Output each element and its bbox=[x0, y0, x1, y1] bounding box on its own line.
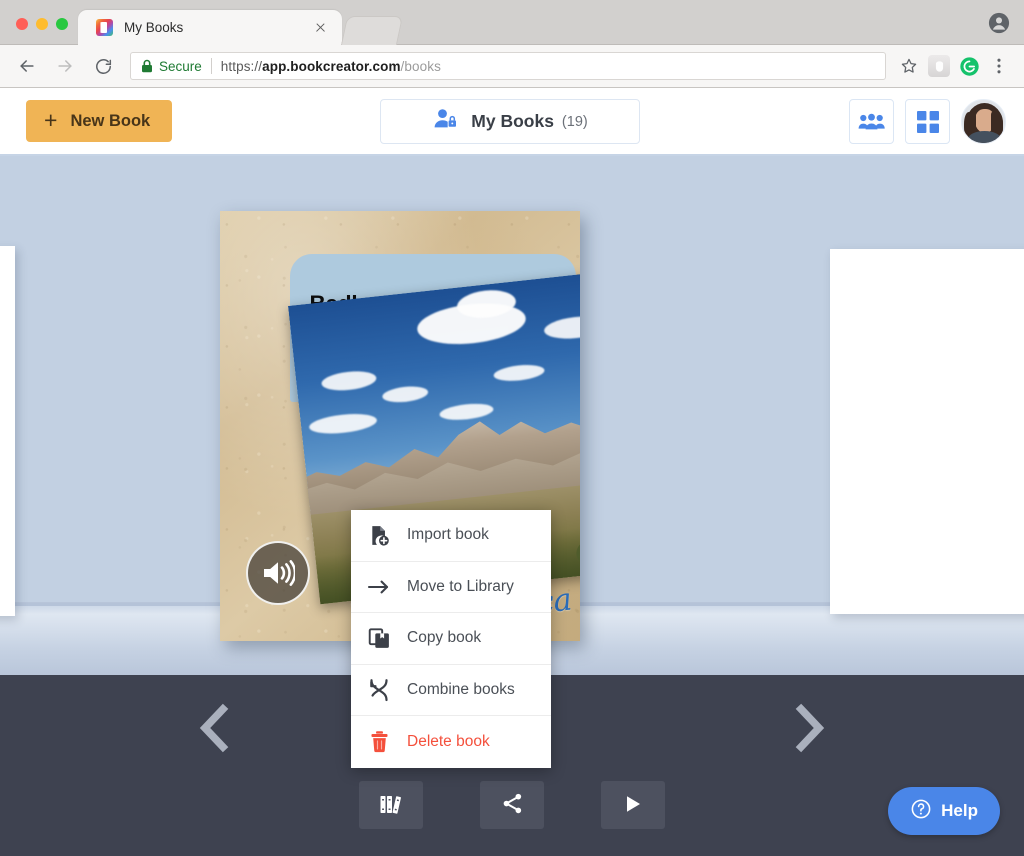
combine-books-icon bbox=[367, 678, 391, 702]
url-scheme: https:// bbox=[221, 59, 262, 74]
lock-icon bbox=[141, 59, 153, 73]
grid-view-icon[interactable] bbox=[905, 99, 950, 144]
window-traffic-lights bbox=[16, 18, 68, 30]
play-button[interactable] bbox=[601, 781, 665, 829]
menu-item-combine-books[interactable]: Combine books bbox=[351, 665, 551, 717]
menu-item-move-to-library[interactable]: Move to Library bbox=[351, 562, 551, 614]
chrome-menu-icon[interactable] bbox=[986, 53, 1012, 79]
play-icon bbox=[622, 793, 644, 818]
header-actions bbox=[849, 99, 1006, 144]
forward-arrow-icon[interactable] bbox=[50, 51, 80, 81]
tab-strip: My Books bbox=[0, 0, 1024, 45]
tab-title: My Books bbox=[124, 20, 312, 35]
people-group-icon[interactable] bbox=[849, 99, 894, 144]
browser-toolbar: Secure https://app.bookcreator.com/books bbox=[0, 45, 1024, 88]
my-books-count: (19) bbox=[562, 114, 588, 130]
book-cover-previous[interactable] bbox=[0, 246, 15, 616]
browser-profile-icon[interactable] bbox=[988, 12, 1010, 34]
book-action-row bbox=[0, 781, 1024, 829]
user-avatar[interactable] bbox=[961, 99, 1006, 144]
url-host: app.bookcreator.com bbox=[262, 59, 400, 74]
trash-icon bbox=[367, 730, 391, 754]
bookcreator-favicon bbox=[96, 19, 113, 36]
arrow-right-icon bbox=[367, 575, 391, 599]
grammarly-icon[interactable] bbox=[956, 53, 982, 79]
person-lock-icon bbox=[432, 107, 458, 136]
security-label: Secure bbox=[159, 59, 202, 74]
share-icon bbox=[500, 791, 525, 819]
url-text: https://app.bookcreator.com/books bbox=[221, 59, 441, 74]
menu-label: Delete book bbox=[407, 733, 490, 751]
help-button[interactable]: Help bbox=[888, 787, 1000, 835]
import-book-icon bbox=[367, 523, 391, 547]
menu-item-import-book[interactable]: Import book bbox=[351, 510, 551, 562]
menu-label: Move to Library bbox=[407, 578, 514, 596]
book-cover-next[interactable] bbox=[830, 249, 1024, 614]
plus-icon: + bbox=[44, 109, 57, 132]
address-bar[interactable]: Secure https://app.bookcreator.com/books bbox=[130, 52, 886, 80]
menu-item-delete-book[interactable]: Delete book bbox=[351, 716, 551, 768]
maximize-window-button[interactable] bbox=[56, 18, 68, 30]
library-books-icon bbox=[378, 791, 404, 820]
help-label: Help bbox=[941, 801, 978, 821]
new-book-button[interactable]: + New Book bbox=[26, 100, 172, 142]
back-arrow-icon[interactable] bbox=[12, 51, 42, 81]
question-circle-icon bbox=[910, 798, 932, 825]
browser-tab[interactable]: My Books bbox=[78, 10, 342, 45]
menu-item-copy-book[interactable]: Copy book bbox=[351, 613, 551, 665]
minimize-window-button[interactable] bbox=[36, 18, 48, 30]
book-context-menu: Import book Move to Library Copy book bbox=[351, 510, 551, 768]
address-divider bbox=[211, 58, 212, 74]
close-window-button[interactable] bbox=[16, 18, 28, 30]
close-icon[interactable] bbox=[312, 20, 328, 36]
menu-label: Copy book bbox=[407, 629, 481, 647]
browser-chrome: My Books bbox=[0, 0, 1024, 88]
extension-icon[interactable] bbox=[926, 53, 952, 79]
new-book-label: New Book bbox=[70, 112, 150, 131]
my-books-tab[interactable]: My Books (19) bbox=[380, 99, 640, 144]
star-icon[interactable] bbox=[896, 53, 922, 79]
share-button[interactable] bbox=[480, 781, 544, 829]
library-button[interactable] bbox=[359, 781, 423, 829]
speaker-icon[interactable] bbox=[246, 541, 310, 605]
my-books-label: My Books bbox=[471, 111, 554, 132]
url-path: /books bbox=[401, 59, 441, 74]
browser-window: My Books bbox=[0, 0, 1024, 856]
copy-book-icon bbox=[367, 626, 391, 650]
menu-label: Import book bbox=[407, 526, 489, 544]
new-tab-button[interactable] bbox=[341, 16, 403, 45]
menu-label: Combine books bbox=[407, 681, 515, 699]
reload-icon[interactable] bbox=[88, 51, 118, 81]
